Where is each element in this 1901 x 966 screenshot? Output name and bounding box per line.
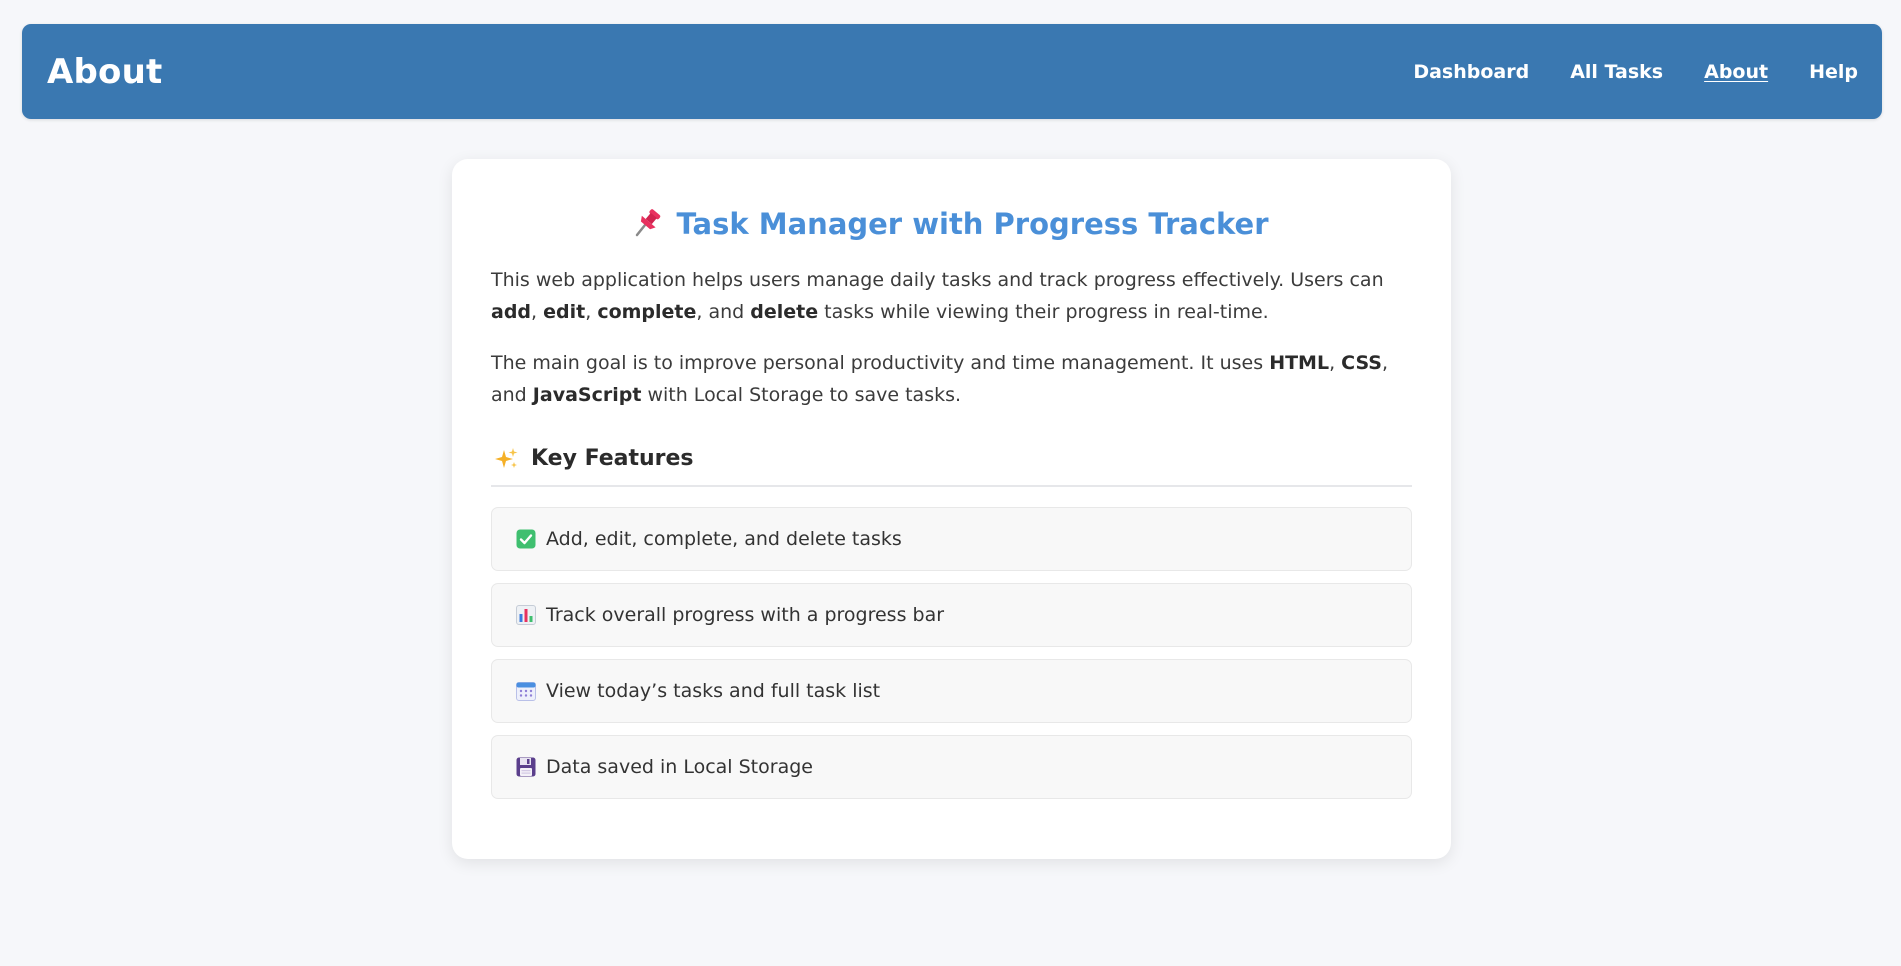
description-text: , and [696,301,751,323]
keyword-css: CSS [1341,352,1382,374]
description-text: This web application helps users manage … [491,269,1384,291]
goal-paragraph: The main goal is to improve personal pro… [491,347,1412,411]
page-title: About [47,51,163,92]
calendar-icon [516,681,536,701]
keyword-html: HTML [1269,352,1330,374]
key-features-heading: Key Features [491,446,1412,487]
list-item: Add, edit, complete, and delete tasks [491,507,1412,571]
description-text: , [531,301,544,323]
pushpin-icon [634,208,662,248]
nav-link-help[interactable]: Help [1809,61,1858,83]
feature-label: Track overall progress with a progress b… [546,604,945,626]
description-text: , [585,301,598,323]
top-header: About Dashboard All Tasks About Help [22,24,1882,119]
list-item: View today’s tasks and full task list [491,659,1412,723]
nav-link-dashboard[interactable]: Dashboard [1413,61,1529,83]
floppy-disk-icon [516,757,536,777]
keyword-complete: complete [597,301,697,323]
list-item: Data saved in Local Storage [491,735,1412,799]
goal-text: with Local Storage to save tasks. [641,384,962,406]
goal-text: The main goal is to improve personal pro… [491,352,1270,374]
app-title: Task Manager with Progress Tracker [491,204,1412,248]
description-text: tasks while viewing their progress in re… [818,301,1269,323]
main-nav: Dashboard All Tasks About Help [1413,61,1858,83]
about-card: Task Manager with Progress Tracker This … [452,159,1451,859]
key-features-label: Key Features [531,446,694,471]
app-title-text: Task Manager with Progress Tracker [676,207,1269,241]
sparkles-icon [495,447,519,471]
goal-text: , [1329,352,1342,374]
checkmark-icon [516,529,536,549]
nav-link-about[interactable]: About [1704,61,1768,83]
keyword-delete: delete [750,301,819,323]
nav-link-all-tasks[interactable]: All Tasks [1570,61,1663,83]
bar-chart-icon [516,605,536,625]
feature-label: View today’s tasks and full task list [546,680,881,702]
feature-label: Add, edit, complete, and delete tasks [546,528,902,550]
keyword-javascript: JavaScript [532,384,642,406]
keyword-add: add [491,301,532,323]
list-item: Track overall progress with a progress b… [491,583,1412,647]
feature-label: Data saved in Local Storage [546,756,813,778]
keyword-edit: edit [543,301,586,323]
description-paragraph: This web application helps users manage … [491,264,1412,328]
feature-list: Add, edit, complete, and delete tasks Tr… [491,507,1412,799]
